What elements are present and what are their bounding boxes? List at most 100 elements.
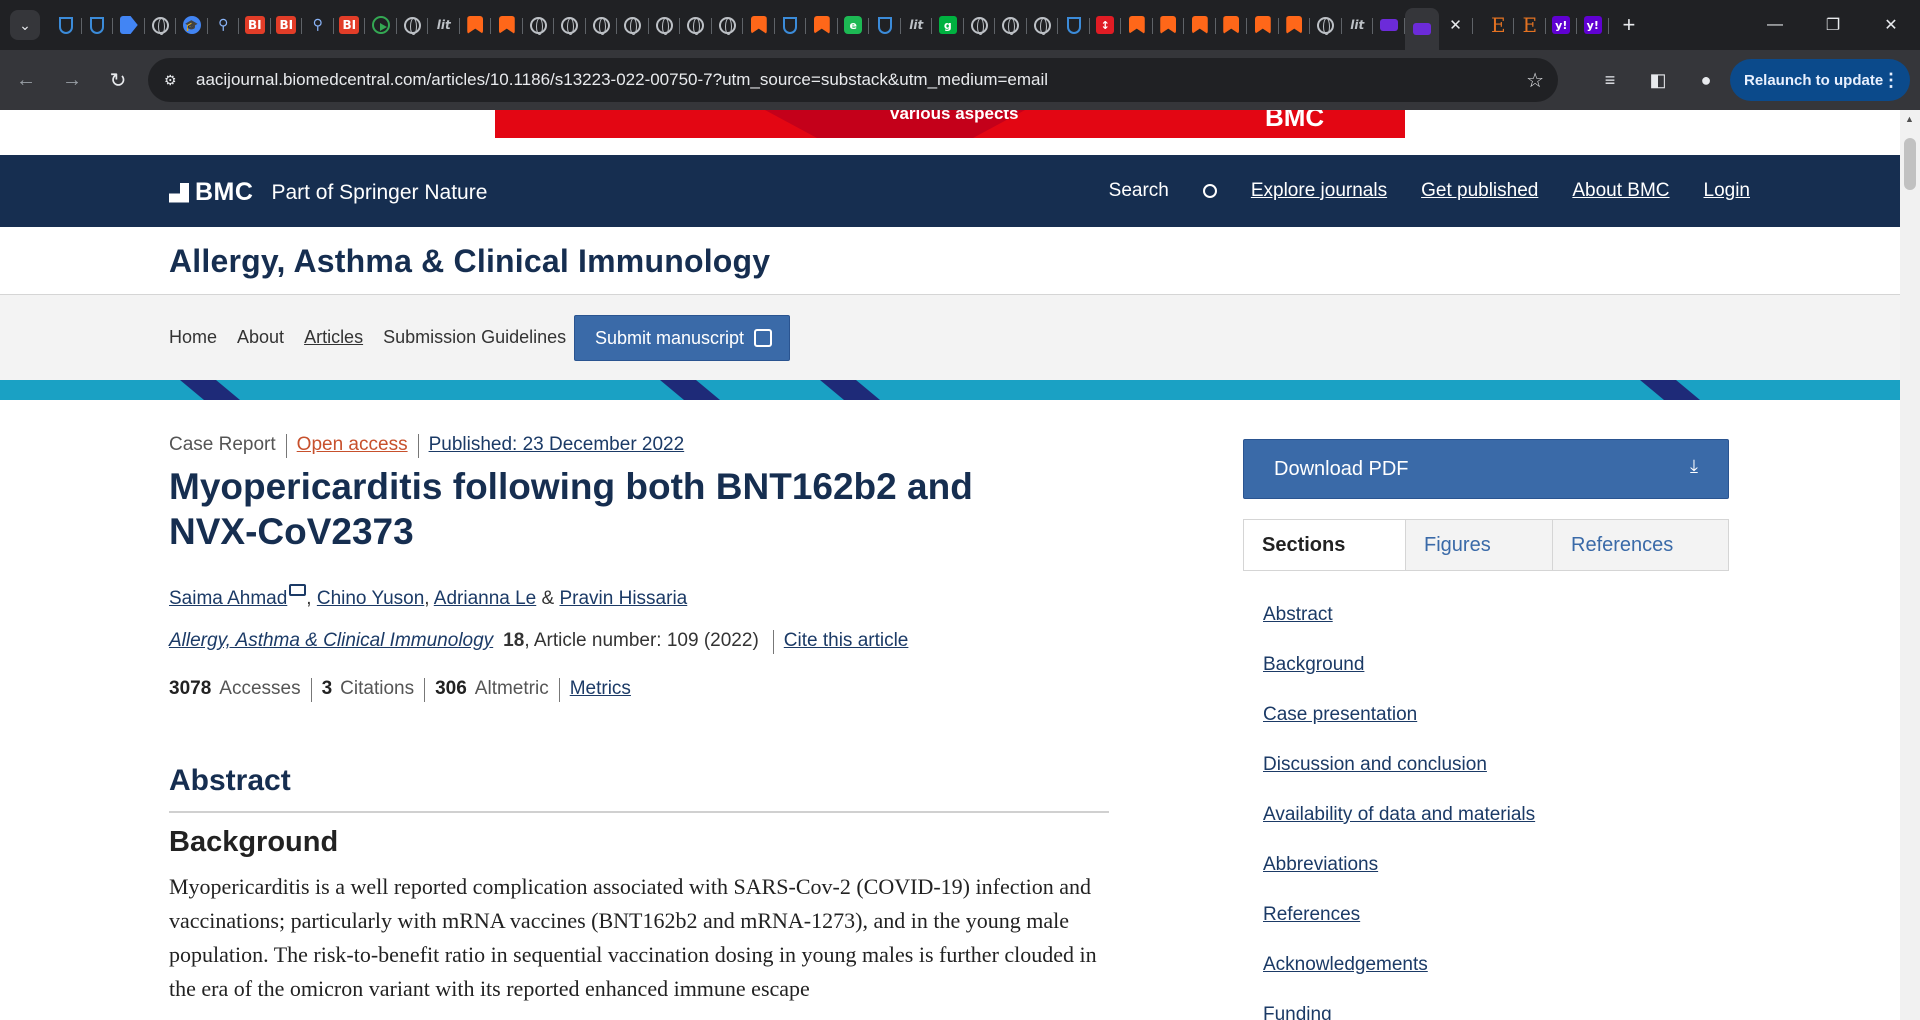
browser-tab[interactable]: lit bbox=[901, 7, 933, 43]
bmc-logo[interactable]: BMC Part of Springer Nature bbox=[169, 178, 487, 207]
browser-tab[interactable] bbox=[586, 7, 618, 43]
journal-title[interactable]: Allergy, Asthma & Clinical Immunology bbox=[169, 243, 770, 280]
page-scrollbar[interactable]: ▲ bbox=[1900, 110, 1920, 1020]
toc-item[interactable]: Abbreviations bbox=[1263, 840, 1535, 890]
tab-search-chevron-icon[interactable]: ⌄ bbox=[10, 10, 40, 40]
bookmark-star-icon[interactable]: ☆ bbox=[1526, 68, 1544, 93]
browser-tab[interactable]: ⚲ bbox=[208, 7, 240, 43]
author-link[interactable]: Pravin Hissaria bbox=[559, 588, 687, 609]
author-link[interactable]: Adrianna Le bbox=[434, 588, 536, 609]
author-link[interactable]: Chino Yuson bbox=[317, 588, 424, 609]
browser-tab[interactable] bbox=[775, 7, 807, 43]
browser-tab[interactable] bbox=[712, 7, 744, 43]
published-date-link[interactable]: Published: 23 December 2022 bbox=[429, 434, 685, 458]
mail-icon[interactable] bbox=[289, 584, 307, 596]
toc-item[interactable]: Background bbox=[1263, 640, 1535, 690]
new-tab-button[interactable]: + bbox=[1623, 12, 1636, 38]
browser-tab[interactable] bbox=[82, 7, 114, 43]
open-access-link[interactable]: Open access bbox=[297, 434, 408, 458]
browser-tab[interactable] bbox=[806, 7, 838, 43]
about-bmc-link[interactable]: About BMC bbox=[1572, 180, 1669, 202]
browser-tab[interactable] bbox=[1027, 7, 1059, 43]
toc-item[interactable]: Acknowledgements bbox=[1263, 940, 1535, 990]
reload-icon[interactable]: ↻ bbox=[98, 60, 138, 100]
toc-item[interactable]: Funding bbox=[1263, 990, 1535, 1020]
forward-icon[interactable]: → bbox=[52, 60, 92, 100]
subnav-articles[interactable]: Articles bbox=[304, 327, 363, 348]
subnav-home[interactable]: Home bbox=[169, 327, 217, 348]
restore-icon[interactable]: ❐ bbox=[1804, 0, 1862, 50]
subnav-about[interactable]: About bbox=[237, 327, 284, 348]
tab-sections[interactable]: Sections bbox=[1244, 520, 1405, 570]
url-text[interactable]: aacijournal.biomedcentral.com/articles/1… bbox=[196, 70, 1048, 90]
browser-tab[interactable] bbox=[145, 7, 177, 43]
browser-tab[interactable] bbox=[1121, 7, 1153, 43]
toc-item[interactable]: Abstract bbox=[1263, 590, 1535, 640]
browser-tab[interactable]: BI bbox=[334, 7, 366, 43]
browser-tab[interactable] bbox=[1216, 7, 1248, 43]
toc-item[interactable]: Case presentation bbox=[1263, 690, 1535, 740]
download-pdf-button[interactable]: Download PDF ⤓ bbox=[1243, 439, 1729, 499]
browser-tab[interactable] bbox=[617, 7, 649, 43]
toc-item[interactable]: Availability of data and materials bbox=[1263, 790, 1535, 840]
journal-citation-link[interactable]: Allergy, Asthma & Clinical Immunology bbox=[169, 630, 493, 654]
browser-tab[interactable]: E bbox=[1483, 7, 1515, 43]
tab-figures[interactable]: Figures bbox=[1405, 520, 1552, 570]
browser-tab[interactable] bbox=[1247, 7, 1279, 43]
browser-tab[interactable]: ⚲ bbox=[302, 7, 334, 43]
minimize-icon[interactable]: — bbox=[1746, 0, 1804, 50]
browser-tab[interactable]: y! bbox=[1546, 7, 1578, 43]
browser-tab[interactable]: e bbox=[838, 7, 870, 43]
submit-manuscript-button[interactable]: Submit manuscript bbox=[574, 315, 790, 361]
browser-tab[interactable]: BI bbox=[271, 7, 303, 43]
browser-tab[interactable] bbox=[554, 7, 586, 43]
browser-tab[interactable]: E bbox=[1514, 7, 1546, 43]
cite-this-article-link[interactable]: Cite this article bbox=[784, 630, 909, 654]
browser-tab[interactable] bbox=[649, 7, 681, 43]
browser-tab[interactable] bbox=[523, 7, 555, 43]
browser-tab[interactable] bbox=[964, 7, 996, 43]
author-link[interactable]: Saima Ahmad bbox=[169, 588, 287, 609]
subnav-guidelines[interactable]: Submission Guidelines bbox=[383, 327, 566, 348]
browser-tab[interactable]: y! bbox=[1577, 7, 1609, 43]
browser-tab[interactable]: g bbox=[932, 7, 964, 43]
more-menu-icon[interactable]: ⋮ bbox=[1882, 70, 1900, 91]
site-info-icon[interactable]: ⚙ bbox=[164, 72, 184, 89]
ad-banner[interactable]: various aspects BMC bbox=[495, 110, 1405, 138]
toc-item[interactable]: Discussion and conclusion bbox=[1263, 740, 1535, 790]
browser-tab[interactable] bbox=[50, 7, 82, 43]
browser-tab[interactable] bbox=[1310, 7, 1342, 43]
browser-tab[interactable]: 🎓 bbox=[176, 7, 208, 43]
active-tab[interactable] bbox=[1404, 8, 1439, 50]
browser-tab[interactable] bbox=[1279, 7, 1311, 43]
browser-tab[interactable]: lit bbox=[428, 7, 460, 43]
get-published-link[interactable]: Get published bbox=[1421, 180, 1538, 202]
scroll-up-icon[interactable]: ▲ bbox=[1905, 114, 1914, 124]
browser-tab[interactable] bbox=[869, 7, 901, 43]
address-bar[interactable]: ⚙ aacijournal.biomedcentral.com/articles… bbox=[148, 58, 1558, 102]
toc-item[interactable]: References bbox=[1263, 890, 1535, 940]
browser-tab[interactable]: lit bbox=[1342, 7, 1374, 43]
browser-tab[interactable] bbox=[1184, 7, 1216, 43]
browser-tab[interactable] bbox=[491, 7, 523, 43]
browser-tab[interactable] bbox=[365, 7, 397, 43]
close-icon[interactable]: ✕ bbox=[1449, 16, 1462, 34]
explore-journals-link[interactable]: Explore journals bbox=[1251, 180, 1387, 202]
relaunch-button[interactable]: Relaunch to update ⋮ bbox=[1730, 59, 1910, 101]
browser-tab[interactable] bbox=[1058, 7, 1090, 43]
profile-icon[interactable]: ● bbox=[1686, 60, 1726, 100]
close-window-icon[interactable]: ✕ bbox=[1862, 0, 1920, 50]
media-icon[interactable]: ≡ bbox=[1590, 60, 1630, 100]
browser-tab[interactable] bbox=[397, 7, 429, 43]
browser-tab[interactable] bbox=[680, 7, 712, 43]
browser-tab[interactable] bbox=[995, 7, 1027, 43]
tab-references[interactable]: References bbox=[1552, 520, 1728, 570]
browser-tab[interactable] bbox=[1373, 7, 1405, 43]
browser-tab[interactable]: ↕ bbox=[1090, 7, 1122, 43]
metrics-link[interactable]: Metrics bbox=[570, 678, 631, 702]
browser-tab[interactable] bbox=[113, 7, 145, 43]
login-link[interactable]: Login bbox=[1704, 180, 1751, 202]
browser-tab[interactable]: BI bbox=[239, 7, 271, 43]
browser-tab[interactable] bbox=[743, 7, 775, 43]
active-tab-close[interactable]: ✕ bbox=[1439, 7, 1473, 43]
